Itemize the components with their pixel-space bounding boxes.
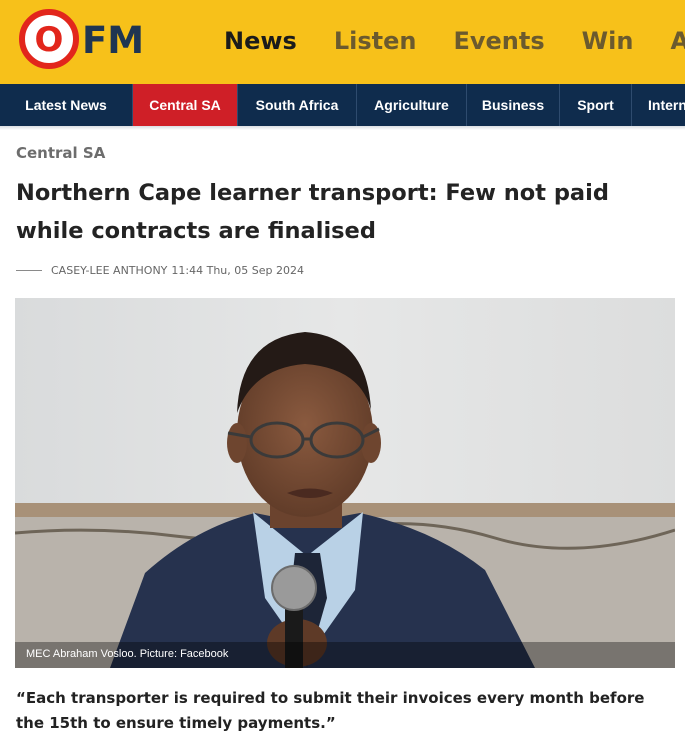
author-name[interactable]: CASEY-LEE ANTHONY (51, 264, 167, 277)
article-headline: Northern Cape learner transport: Few not… (16, 180, 609, 244)
category-latest-news[interactable]: Latest News (0, 84, 133, 126)
main-nav-win[interactable]: Win (582, 26, 634, 56)
article-photo: MEC Abraham Vosloo. Picture: Facebook (15, 298, 675, 668)
site-header: O FM News Listen Events Win Adv (0, 0, 685, 84)
section-label[interactable]: Central SA (16, 144, 105, 162)
main-nav-events[interactable]: Events (453, 26, 544, 56)
photo-illustration (15, 298, 675, 668)
main-nav-listen[interactable]: Listen (334, 26, 417, 56)
byline-divider (16, 270, 42, 271)
main-nav-advertise[interactable]: Adv (670, 26, 685, 56)
category-international[interactable]: Intern (632, 84, 685, 126)
lead-quote: “Each transporter is required to submit … (16, 689, 645, 732)
main-nav: News Listen Events Win Adv (224, 26, 685, 56)
category-sport[interactable]: Sport (560, 84, 632, 126)
category-business[interactable]: Business (467, 84, 560, 126)
category-south-africa[interactable]: South Africa (238, 84, 357, 126)
category-nav: Latest News Central SA South Africa Agri… (0, 84, 685, 126)
svg-text:O: O (35, 20, 64, 60)
photo-caption: MEC Abraham Vosloo. Picture: Facebook (15, 642, 675, 668)
svg-text:FM: FM (82, 19, 144, 62)
category-agriculture[interactable]: Agriculture (357, 84, 467, 126)
category-central-sa[interactable]: Central SA (133, 84, 238, 126)
publish-datetime: 11:44 Thu, 05 Sep 2024 (171, 264, 304, 277)
byline: CASEY-LEE ANTHONY 11:44 Thu, 05 Sep 2024 (16, 264, 304, 277)
main-nav-news[interactable]: News (224, 26, 297, 56)
ofm-logo[interactable]: O FM (16, 9, 166, 69)
nav-shadow (0, 126, 685, 130)
